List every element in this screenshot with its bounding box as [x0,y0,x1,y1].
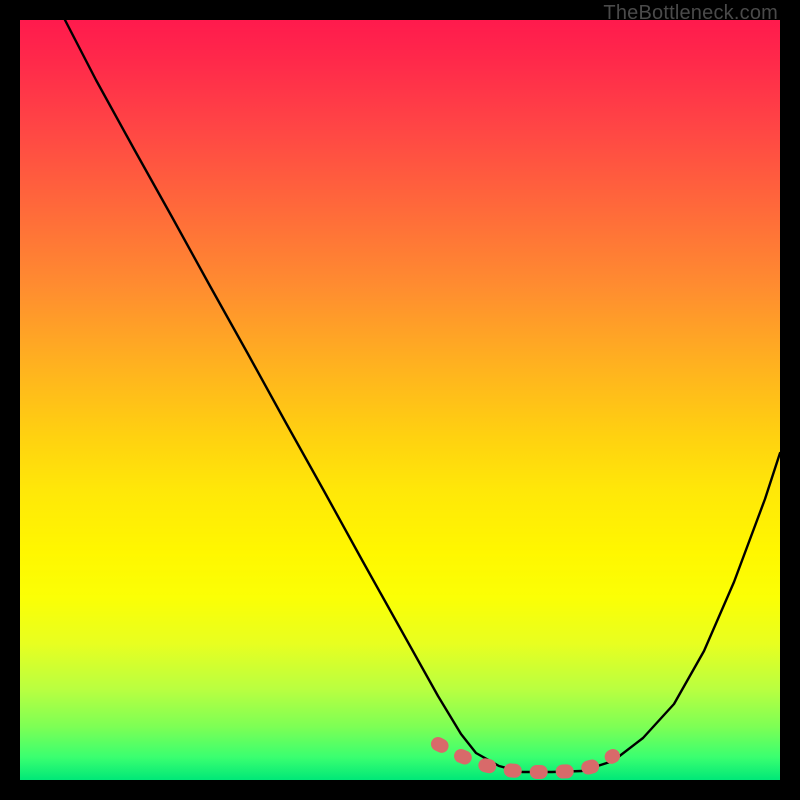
curve-layer [20,20,780,780]
optimal-range-highlight [438,744,613,772]
chart-frame: TheBottleneck.com [0,0,800,800]
watermark-text: TheBottleneck.com [603,2,778,25]
plot-area [20,20,780,780]
bottleneck-curve [65,20,780,772]
